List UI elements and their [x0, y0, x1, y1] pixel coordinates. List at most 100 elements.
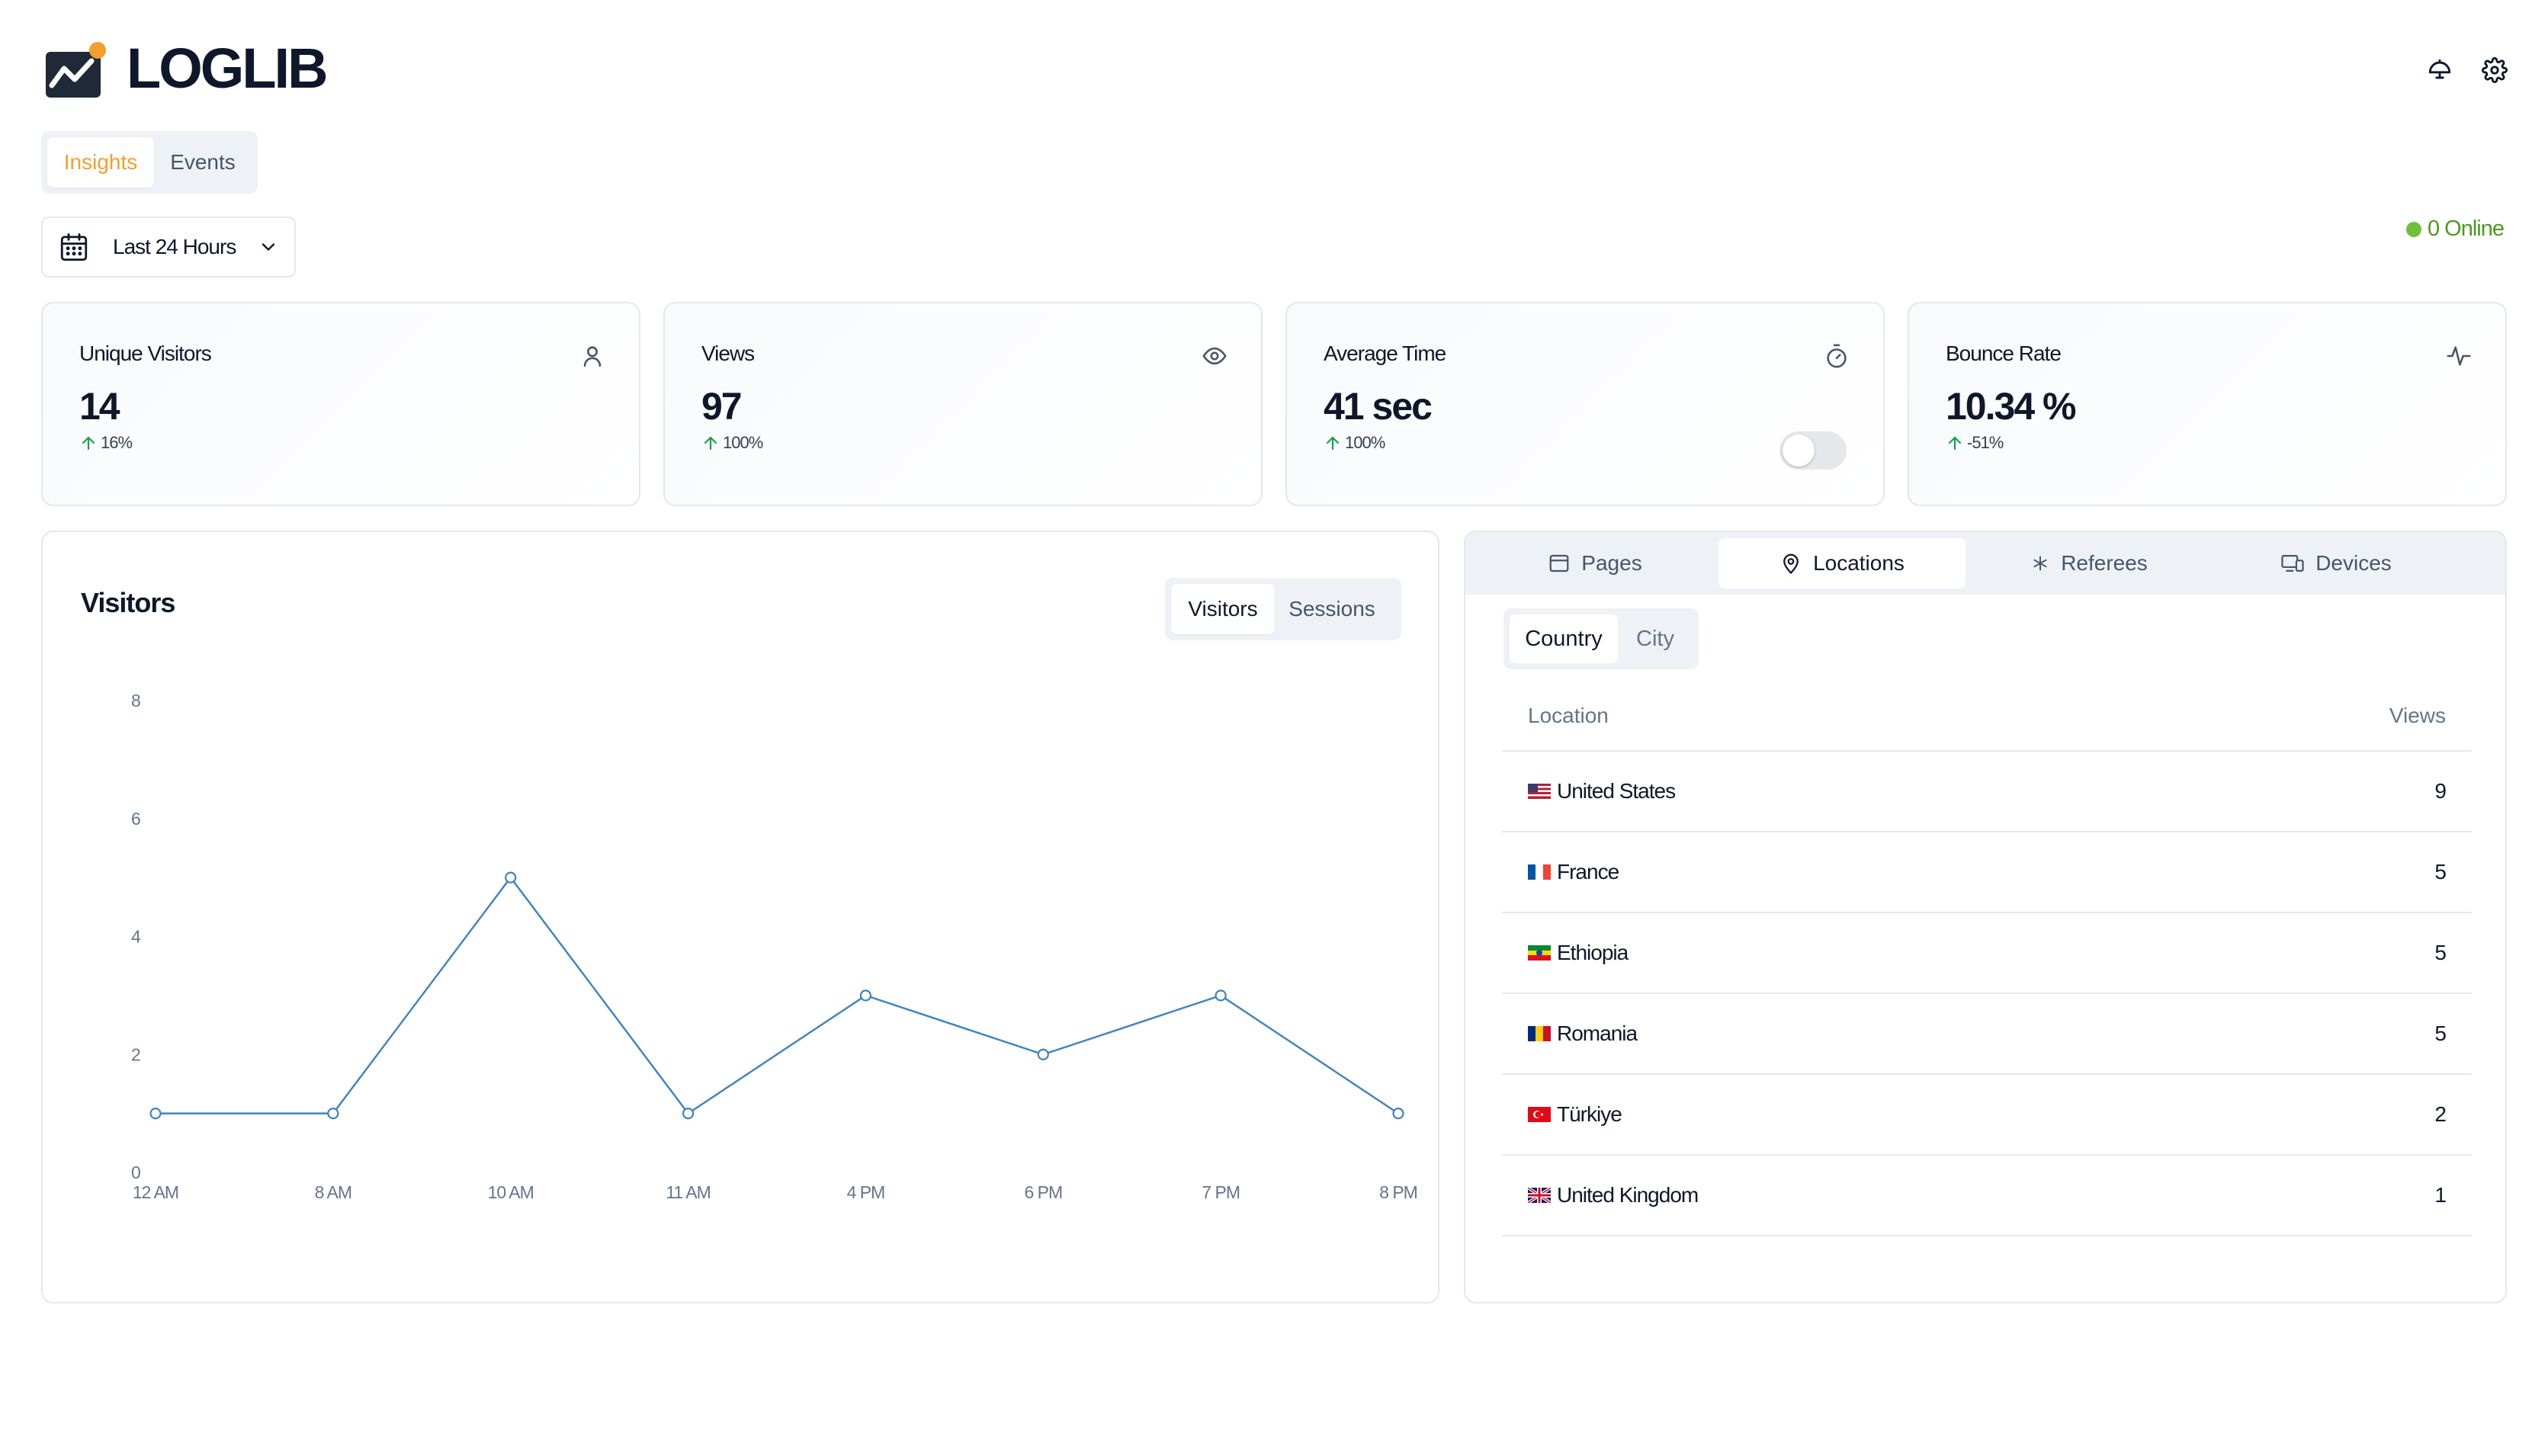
- eye-icon: [1202, 347, 1227, 365]
- stat-value: 97: [701, 385, 743, 428]
- online-label: 0 Online: [2427, 216, 2505, 241]
- x-tick-label: 4 PM: [847, 1182, 885, 1202]
- tab-label: Pages: [1581, 551, 1642, 575]
- stat-card-average-time: Average Time 41 sec 100%: [1285, 302, 1885, 506]
- location-granularity-toggle: Country City: [1503, 608, 1699, 669]
- stat-title: Bounce Rate: [1946, 342, 2062, 365]
- online-indicator: 0 Online: [2405, 216, 2505, 242]
- arrow-up-icon: [1948, 436, 1962, 451]
- column-header-location: Location: [1528, 704, 1609, 727]
- stat-delta-value: 100%: [723, 433, 763, 452]
- gb-flag-icon: [1528, 1188, 1551, 1203]
- arrow-up-icon: [704, 436, 717, 451]
- chevron-down-icon: [262, 243, 275, 251]
- arrow-up-icon: [1326, 436, 1340, 451]
- data-point: [1037, 1048, 1049, 1060]
- devices-icon: [2281, 555, 2304, 572]
- subtab-city[interactable]: City: [1618, 614, 1693, 663]
- breakdown-panel: Pages Locations Referees Devices Country…: [1464, 531, 2507, 1304]
- stat-value: 14: [79, 385, 120, 428]
- table-row[interactable]: United Kingdom 1: [1502, 1156, 2472, 1236]
- table-row[interactable]: France 5: [1502, 832, 2472, 913]
- views-count: 5: [2434, 941, 2447, 964]
- subtab-country[interactable]: Country: [1510, 614, 1618, 663]
- stat-title: Views: [701, 342, 755, 365]
- stat-delta-value: 16%: [101, 433, 133, 452]
- table-row[interactable]: United States 9: [1502, 752, 2472, 832]
- y-tick-label: 6: [131, 809, 141, 829]
- stat-value: 10.34 %: [1946, 385, 2076, 428]
- et-flag-icon: [1528, 945, 1551, 961]
- table-header: Location Views: [1502, 681, 2472, 752]
- stat-delta: 100%: [1324, 433, 1385, 453]
- browser-window-icon: [1549, 554, 1569, 572]
- map-pin-icon: [1783, 553, 1799, 575]
- tab-label: Locations: [1813, 551, 1905, 575]
- data-point: [682, 1108, 695, 1120]
- x-tick-label: 8 AM: [315, 1182, 351, 1202]
- stat-card-views: Views 97 100%: [663, 302, 1263, 506]
- x-tick-label: 8 PM: [1379, 1182, 1417, 1202]
- locations-table: Location Views United States 9 France 5 …: [1502, 681, 2472, 1236]
- tab-events[interactable]: Events: [154, 137, 252, 188]
- x-tick-label: 10 AM: [488, 1182, 534, 1202]
- x-tick-label: 6 PM: [1024, 1182, 1062, 1202]
- ro-flag-icon: [1528, 1026, 1551, 1041]
- country-name: Romania: [1557, 1021, 1638, 1045]
- fr-flag-icon: [1528, 864, 1551, 880]
- stat-card-bounce-rate: Bounce Rate 10.34 % -51%: [1908, 302, 2507, 506]
- x-tick-label: 11 AM: [666, 1182, 711, 1202]
- y-tick-label: 4: [131, 927, 141, 947]
- column-header-views: Views: [2389, 704, 2446, 727]
- stat-delta-value: -51%: [1967, 433, 2004, 452]
- country-name: United Kingdom: [1557, 1183, 1699, 1207]
- toggle-visitors[interactable]: Visitors: [1171, 584, 1275, 634]
- table-row[interactable]: Türkiye 2: [1502, 1075, 2472, 1156]
- tab-devices[interactable]: Devices: [2213, 538, 2460, 588]
- average-time-toggle[interactable]: [1779, 431, 1847, 470]
- chart-metric-toggle: Visitors Sessions: [1165, 578, 1401, 640]
- location-cell: United Kingdom: [1528, 1183, 1699, 1207]
- tab-insights[interactable]: Insights: [47, 137, 154, 188]
- stat-delta: 16%: [79, 433, 133, 453]
- date-range-select[interactable]: Last 24 Hours: [41, 216, 296, 277]
- stat-delta: 100%: [701, 433, 763, 453]
- theme-toggle-icon[interactable]: [2424, 55, 2455, 85]
- visitors-line-chart: 0 2 4 6 8 12 AM 8 AM 10 AM 11 AM 4 PM 6 PM 7 PM 8 PM: [131, 691, 1418, 1202]
- data-point: [1392, 1108, 1404, 1120]
- location-cell: France: [1528, 860, 1619, 884]
- online-dot: [2405, 221, 2421, 237]
- tab-referees[interactable]: Referees: [1966, 538, 2213, 588]
- tab-locations[interactable]: Locations: [1718, 538, 1966, 588]
- table-row[interactable]: Ethiopia 5: [1502, 913, 2472, 994]
- us-flag-icon: [1528, 784, 1551, 799]
- data-point: [1215, 989, 1227, 1002]
- views-count: 9: [2434, 779, 2447, 803]
- tab-pages[interactable]: Pages: [1471, 538, 1718, 588]
- visitors-chart-panel: 0 2 4 6 8 12 AM 8 AM 10 AM 11 AM 4 PM 6 PM 7 PM 8 PM…: [41, 531, 1439, 1304]
- table-row[interactable]: Romania 5: [1502, 994, 2472, 1075]
- location-cell: United States: [1528, 779, 1676, 803]
- toggle-sessions[interactable]: Sessions: [1275, 584, 1389, 634]
- activity-icon: [2447, 346, 2471, 366]
- y-tick-label: 0: [131, 1163, 141, 1182]
- stat-title: Unique Visitors: [79, 342, 212, 365]
- x-tick-label: 7 PM: [1202, 1182, 1240, 1202]
- location-cell: Romania: [1528, 1021, 1638, 1046]
- country-name: France: [1557, 860, 1619, 884]
- views-count: 5: [2434, 1021, 2447, 1045]
- location-cell: Ethiopia: [1528, 941, 1629, 965]
- stat-value: 41 sec: [1324, 385, 1433, 428]
- series-line: [156, 876, 1399, 1114]
- stat-delta: -51%: [1946, 433, 2004, 453]
- gear-icon[interactable]: [2479, 55, 2510, 85]
- country-name: Türkiye: [1557, 1102, 1622, 1126]
- stat-card-unique-visitors: Unique Visitors 14 16%: [41, 302, 640, 506]
- logo-text: LOGLIB: [127, 37, 329, 100]
- data-point: [859, 989, 872, 1002]
- arrow-up-icon: [82, 436, 95, 451]
- data-point: [505, 871, 517, 884]
- views-count: 5: [2434, 860, 2447, 884]
- data-point: [149, 1108, 162, 1120]
- user-icon: [583, 346, 602, 367]
